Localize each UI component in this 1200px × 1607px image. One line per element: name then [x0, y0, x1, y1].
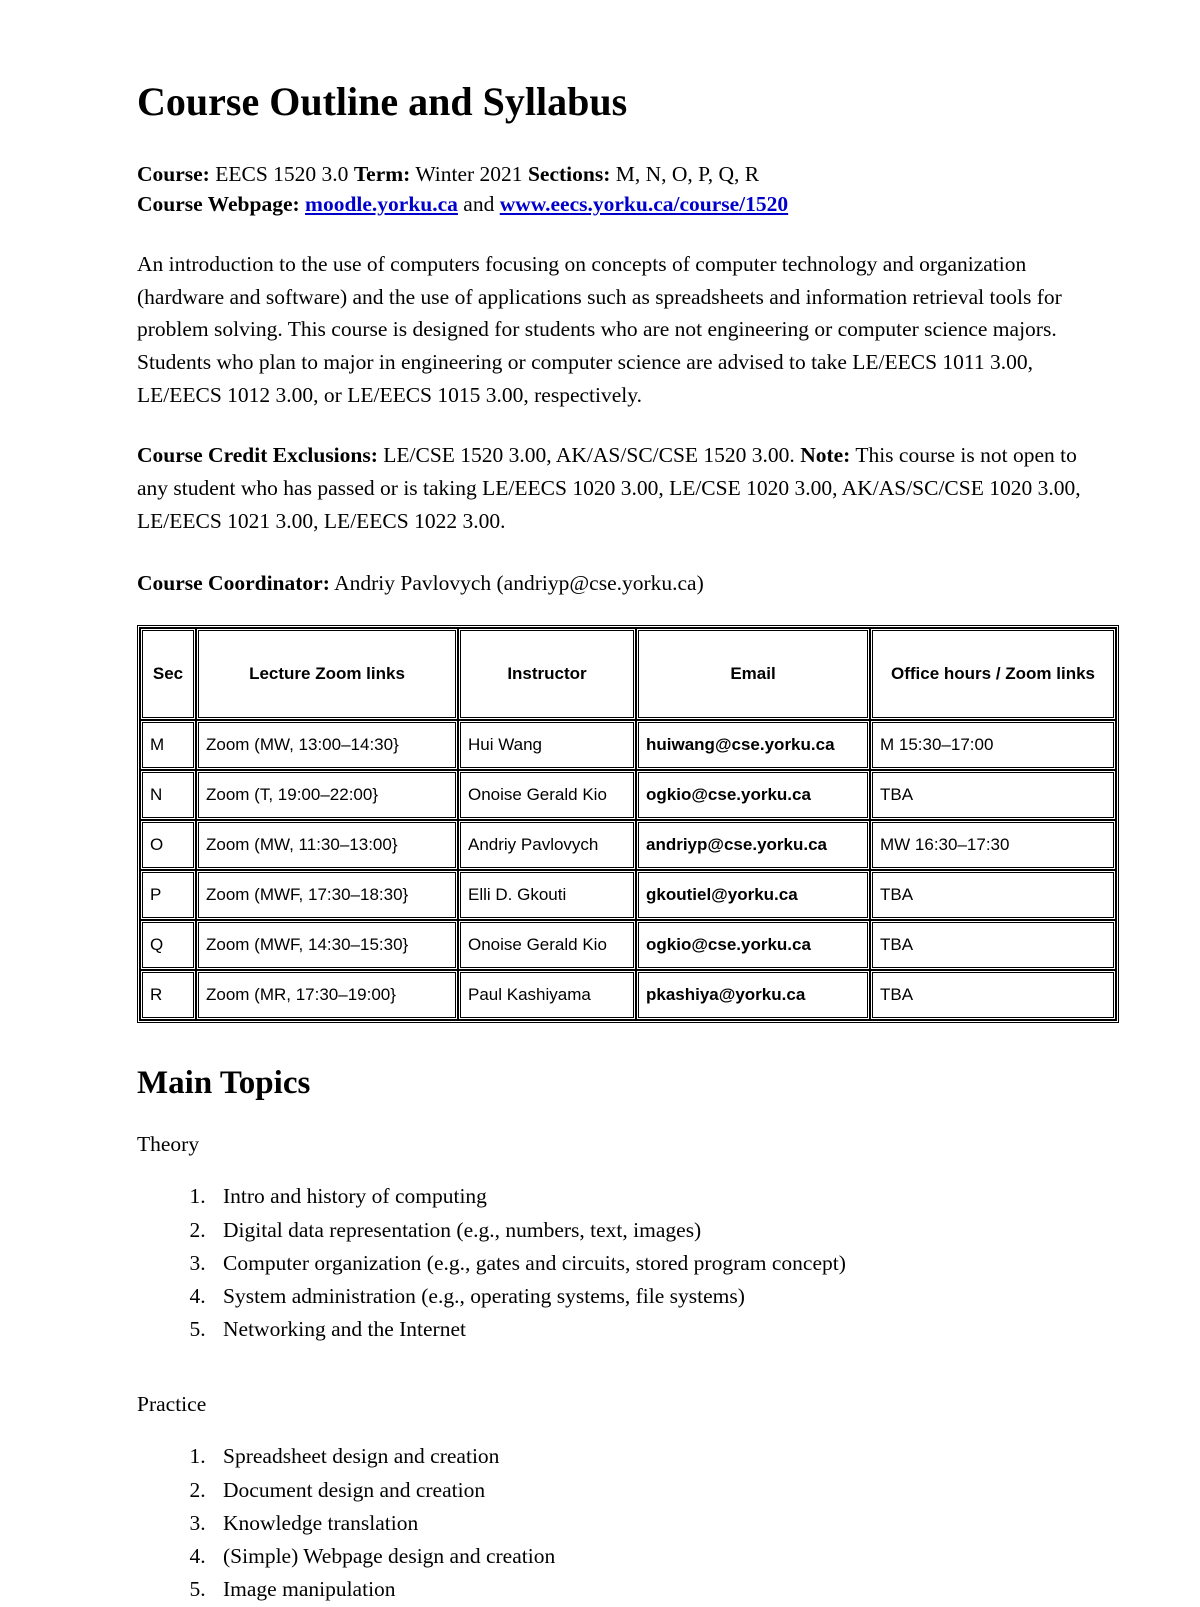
list-item: System administration (e.g., operating s… [211, 1281, 1113, 1312]
theory-topics-list: Intro and history of computing Digital d… [137, 1181, 1113, 1345]
cell-zoom-link: Zoom (MWF, 17:30–18:30} [196, 870, 458, 921]
practice-topics-list: Spreadsheet design and creation Document… [137, 1441, 1113, 1605]
cell-instructor: Hui Wang [458, 720, 636, 771]
list-item: Intro and history of computing [211, 1181, 1113, 1212]
list-item: Digital data representation (e.g., numbe… [211, 1215, 1113, 1246]
term-value: Winter 2021 [415, 161, 523, 186]
document-page: Course Outline and Syllabus Course: EECS… [0, 0, 1200, 1601]
table-row: P Zoom (MWF, 17:30–18:30} Elli D. Gkouti… [140, 870, 1116, 921]
table-header-row: Sec Lecture Zoom links Instructor Email … [140, 628, 1116, 721]
course-webpage-label: Course Webpage: [137, 192, 300, 217]
sections-table-body: M Zoom (MW, 13:00–14:30} Hui Wang huiwan… [140, 720, 1116, 1021]
exclusions-text: LE/CSE 1520 3.00, AK/AS/SC/CSE 1520 3.00… [383, 443, 795, 468]
cell-zoom-link: Zoom (T, 19:00–22:00} [196, 770, 458, 821]
cell-instructor: Andriy Pavlovych [458, 820, 636, 871]
cell-instructor: Onoise Gerald Kio [458, 920, 636, 971]
cell-zoom-link: Zoom (MR, 17:30–19:00} [196, 970, 458, 1021]
practice-subheading: Practice [137, 1392, 207, 1417]
cell-office-hours: M 15:30–17:00 [870, 720, 1116, 771]
column-header-office-hours: Office hours / Zoom links [870, 628, 1116, 721]
cell-email: andriyp@cse.yorku.ca [636, 820, 870, 871]
cell-sec: O [140, 820, 196, 871]
course-website-link[interactable]: www.eecs.yorku.ca/course/1520 [500, 192, 788, 216]
list-item: Spreadsheet design and creation [211, 1441, 1113, 1472]
table-row: N Zoom (T, 19:00–22:00} Onoise Gerald Ki… [140, 770, 1116, 821]
cell-zoom-link: Zoom (MW, 11:30–13:00} [196, 820, 458, 871]
coordinator-label: Course Coordinator: [137, 571, 330, 596]
course-description-paragraph: An introduction to the use of computers … [137, 251, 1062, 407]
practice-spacer [137, 1347, 1113, 1363]
exclusions-label: Course Credit Exclusions: [137, 443, 378, 468]
cell-email: ogkio@cse.yorku.ca [636, 770, 870, 821]
table-row: Q Zoom (MWF, 14:30–15:30} Onoise Gerald … [140, 920, 1116, 971]
table-row: M Zoom (MW, 13:00–14:30} Hui Wang huiwan… [140, 720, 1116, 771]
list-item: Networking and the Internet [211, 1314, 1113, 1345]
cell-instructor: Elli D. Gkouti [458, 870, 636, 921]
cell-sec: N [140, 770, 196, 821]
list-item: (Simple) Webpage design and creation [211, 1541, 1113, 1572]
course-credit-exclusions-paragraph: Course Credit Exclusions: LE/CSE 1520 3.… [137, 439, 1113, 537]
cell-email: huiwang@cse.yorku.ca [636, 720, 870, 771]
cell-sec: Q [140, 920, 196, 971]
course-meta-line-1: Course: EECS 1520 3.0 Term: Winter 2021 … [137, 159, 1113, 190]
cell-email: ogkio@cse.yorku.ca [636, 920, 870, 971]
list-item: Document design and creation [211, 1475, 1113, 1506]
document-content: Course Outline and Syllabus Course: EECS… [137, 79, 1119, 1607]
note-label: Note: [800, 443, 851, 468]
term-label: Term: [353, 161, 411, 186]
cell-office-hours: TBA [870, 920, 1116, 971]
theory-subheading: Theory [137, 1132, 200, 1157]
cell-office-hours: TBA [870, 770, 1116, 821]
column-header-instructor: Instructor [458, 628, 636, 721]
course-meta-block: Course: EECS 1520 3.0 Term: Winter 2021 … [137, 159, 1113, 220]
column-header-email: Email [636, 628, 870, 721]
course-value: EECS 1520 3.0 [215, 161, 349, 186]
list-item: Computer organization (e.g., gates and c… [211, 1248, 1113, 1279]
sections-table: Sec Lecture Zoom links Instructor Email … [137, 625, 1119, 1024]
course-coordinator-line: Course Coordinator: Andriy Pavlovych (an… [137, 567, 1113, 599]
main-topics-heading: Main Topics [137, 1065, 311, 1102]
list-item: Knowledge translation [211, 1508, 1113, 1539]
cell-sec: P [140, 870, 196, 921]
sections-value: M, N, O, P, Q, R [615, 161, 760, 186]
column-header-sec: Sec [140, 628, 196, 721]
cell-instructor: Onoise Gerald Kio [458, 770, 636, 821]
table-row: O Zoom (MW, 11:30–13:00} Andriy Pavlovyc… [140, 820, 1116, 871]
page-title: Course Outline and Syllabus [137, 79, 628, 124]
list-item: Image manipulation [211, 1574, 1113, 1605]
cell-email: gkoutiel@yorku.ca [636, 870, 870, 921]
cell-zoom-link: Zoom (MWF, 14:30–15:30} [196, 920, 458, 971]
cell-sec: R [140, 970, 196, 1021]
course-meta-line-2: Course Webpage: moodle.yorku.ca and www.… [137, 189, 1113, 220]
column-header-lecture-zoom-links: Lecture Zoom links [196, 628, 458, 721]
cell-office-hours: TBA [870, 870, 1116, 921]
cell-sec: M [140, 720, 196, 771]
cell-email: pkashiya@yorku.ca [636, 970, 870, 1021]
cell-office-hours: TBA [870, 970, 1116, 1021]
cell-instructor: Paul Kashiyama [458, 970, 636, 1021]
course-label: Course: [137, 161, 210, 186]
table-row: R Zoom (MR, 17:30–19:00} Paul Kashiyama … [140, 970, 1116, 1021]
sections-label: Sections: [527, 161, 611, 186]
webpage-conjunction: and [463, 192, 495, 217]
moodle-link[interactable]: moodle.yorku.ca [305, 192, 458, 216]
cell-office-hours: MW 16:30–17:30 [870, 820, 1116, 871]
cell-zoom-link: Zoom (MW, 13:00–14:30} [196, 720, 458, 771]
coordinator-value: Andriy Pavlovych (andriyp@cse.yorku.ca) [334, 571, 704, 596]
